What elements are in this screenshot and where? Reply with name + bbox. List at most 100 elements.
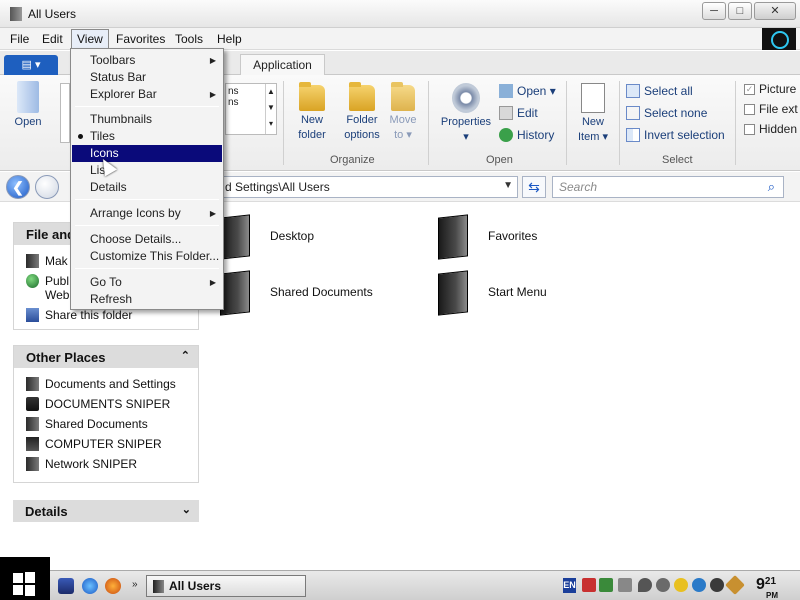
pictures-checkbox-label: Picture	[759, 82, 797, 96]
search-placeholder: Search	[559, 180, 598, 194]
file-extensions-checkbox[interactable]: File ext	[744, 102, 798, 116]
folder-options-button[interactable]: Folder options	[340, 79, 384, 143]
menu-item-label: Explorer Bar	[90, 87, 157, 101]
view-menu-refresh[interactable]: Refresh	[72, 291, 222, 308]
ribbon-gallery[interactable]: ns ns ▲ ▼ ▾	[225, 83, 277, 135]
checkbox-icon: ✓	[744, 83, 755, 95]
open-label: Open	[14, 116, 42, 128]
media-tray-icon[interactable]	[710, 578, 724, 592]
new-folder-button[interactable]: New folder	[290, 79, 334, 143]
new-item-button[interactable]: New Item ▾	[572, 79, 614, 145]
move-to-button[interactable]: Move to ▾	[386, 79, 420, 143]
hidden-items-checkbox[interactable]: Hidden	[744, 122, 797, 136]
place-network-sniper[interactable]: Network SNIPER	[14, 454, 198, 474]
gallery-scroll[interactable]: ▲ ▼ ▾	[265, 84, 276, 134]
invert-selection-button[interactable]: Invert selection	[626, 128, 725, 142]
place-documents-sniper[interactable]: DOCUMENTS SNIPER	[14, 394, 198, 414]
folder-desktop[interactable]: Desktop	[220, 214, 314, 260]
share-icon	[26, 308, 39, 322]
search-input[interactable]: Search ⌕	[552, 176, 784, 198]
open-small-button[interactable]: Open ▾	[499, 84, 556, 98]
address-bar[interactable]: d Settings\All Users ▼	[220, 176, 518, 198]
place-documents-and-settings[interactable]: Documents and Settings	[14, 374, 198, 394]
language-indicator[interactable]: EN	[563, 578, 576, 593]
taskbar-expand-chevron-icon[interactable]: »	[132, 579, 138, 590]
tray-app-icon[interactable]	[618, 578, 632, 592]
radio-bullet-icon	[78, 134, 83, 139]
folder-start-menu[interactable]: Start Menu	[438, 270, 547, 316]
select-all-button[interactable]: Select all	[626, 84, 693, 98]
drive-icon	[26, 397, 39, 411]
maximize-button[interactable]: □	[728, 2, 752, 20]
place-computer-sniper[interactable]: COMPUTER SNIPER	[14, 434, 198, 454]
menu-view[interactable]: View	[71, 29, 109, 49]
other-places-header[interactable]: Other Places ⌃	[14, 346, 198, 368]
expand-chevron-icon[interactable]: ⌄	[182, 503, 191, 516]
checkbox-icon	[744, 103, 755, 115]
view-menu-tiles[interactable]: Tiles	[72, 128, 222, 145]
task-label: Publ Web	[45, 274, 70, 302]
open-button[interactable]: Open	[8, 79, 48, 130]
view-menu-icons[interactable]: Icons	[72, 145, 222, 162]
menu-tools[interactable]: Tools	[175, 32, 203, 46]
menu-favorites[interactable]: Favorites	[116, 32, 165, 46]
drive-tray-icon[interactable]	[656, 578, 670, 592]
view-menu-thumbnails[interactable]: Thumbnails	[72, 111, 222, 128]
view-menu-customize-folder[interactable]: Customize This Folder...	[72, 248, 222, 265]
edit-button[interactable]: Edit	[499, 106, 538, 120]
folder-shared-documents[interactable]: Shared Documents	[220, 270, 373, 316]
details-header[interactable]: Details ⌄	[13, 500, 199, 522]
firefox-icon[interactable]	[105, 578, 121, 594]
view-menu-arrange-icons-by[interactable]: Arrange Icons by ▶	[72, 205, 222, 222]
view-menu-list[interactable]: List	[72, 162, 222, 179]
place-shared-documents[interactable]: Shared Documents	[14, 414, 198, 434]
select-none-button[interactable]: Select none	[626, 106, 707, 120]
select-all-label: Select all	[644, 84, 693, 98]
menu-separator	[75, 268, 219, 269]
network-icon	[26, 457, 39, 471]
folder-favorites[interactable]: Favorites	[438, 214, 537, 260]
clock[interactable]: 921 PM	[756, 576, 778, 600]
taskbar-window-all-users[interactable]: All Users	[146, 575, 306, 597]
view-menu-details[interactable]: Details	[72, 179, 222, 196]
view-menu-explorer-bar[interactable]: Explorer Bar ▶	[72, 86, 222, 103]
start-button[interactable]	[0, 557, 50, 600]
ribbon-separator	[283, 81, 284, 165]
folder-label: Favorites	[488, 229, 538, 243]
network-tray-icon[interactable]	[599, 578, 613, 592]
security-shield-icon[interactable]	[582, 578, 596, 592]
ribbon-gallery-left	[60, 83, 70, 143]
menu-edit[interactable]: Edit	[42, 32, 63, 46]
folder-icon	[26, 417, 39, 431]
view-menu-choose-details[interactable]: Choose Details...	[72, 231, 222, 248]
collapse-chevron-icon[interactable]: ⌃	[181, 349, 190, 362]
view-menu-toolbars[interactable]: Toolbars ▶	[72, 52, 222, 69]
close-button[interactable]: ✕	[754, 2, 796, 20]
window-controls: ─ □ ✕	[702, 2, 796, 20]
tools-tray-icon[interactable]	[725, 575, 745, 595]
back-button[interactable]: ❮	[6, 175, 30, 199]
quicklaunch-desktop-icon[interactable]	[58, 578, 74, 594]
internet-explorer-icon[interactable]	[82, 578, 98, 594]
minimize-button[interactable]: ─	[702, 2, 726, 20]
search-icon[interactable]: ⌕	[768, 179, 775, 195]
ink-drop-icon[interactable]	[638, 578, 652, 592]
smiley-icon[interactable]	[674, 578, 688, 592]
new-folder-small-icon	[26, 254, 39, 268]
view-menu-go-to[interactable]: Go To ▶	[72, 274, 222, 291]
folder-label: Start Menu	[488, 285, 547, 299]
address-dropdown-icon[interactable]: ▼	[503, 180, 513, 191]
menu-file[interactable]: File	[10, 32, 29, 46]
view-menu-status-bar[interactable]: Status Bar	[72, 69, 222, 86]
refresh-button[interactable]: ⇆	[522, 176, 546, 198]
invert-selection-icon	[626, 128, 640, 142]
history-button[interactable]: History	[499, 128, 554, 142]
ribbon-app-menu-button[interactable]: ▤ ▾	[4, 55, 58, 75]
tab-application[interactable]: Application	[240, 54, 325, 75]
properties-button[interactable]: Properties ▾	[438, 79, 494, 145]
folder-label: Desktop	[270, 229, 315, 243]
globe-tray-icon[interactable]	[692, 578, 706, 592]
forward-button[interactable]	[35, 175, 59, 199]
pictures-checkbox[interactable]: ✓ Picture	[744, 82, 796, 96]
menu-help[interactable]: Help	[217, 32, 242, 46]
